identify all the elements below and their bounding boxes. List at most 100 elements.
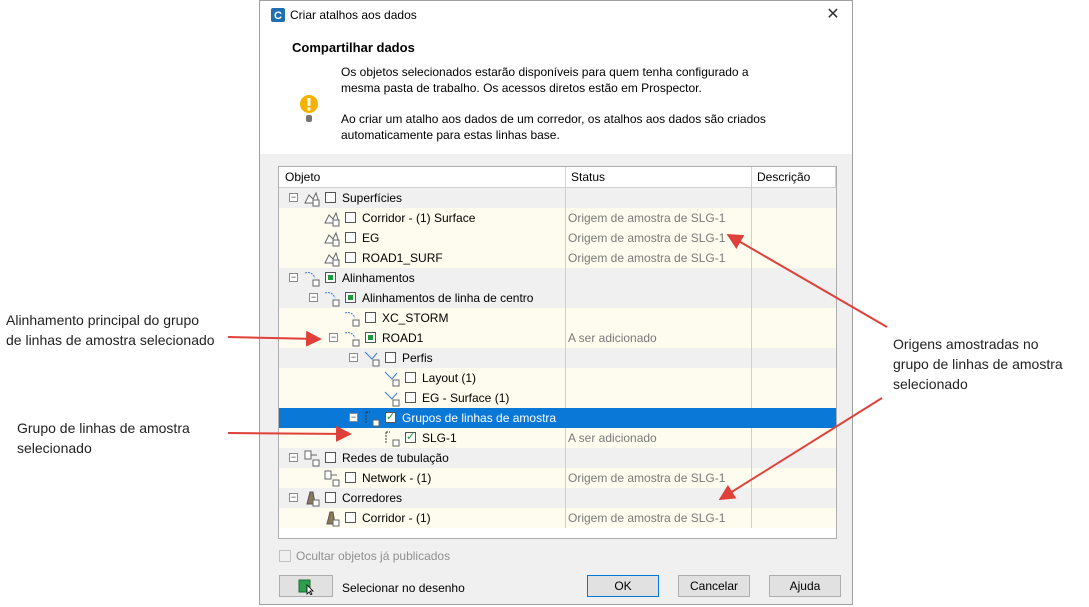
checkbox-corridor[interactable] <box>345 512 356 523</box>
cell-divider <box>565 428 566 448</box>
checkbox-xc-storm[interactable] <box>365 312 376 323</box>
dialog-heading: Compartilhar dados <box>292 40 415 55</box>
alignment-icon <box>344 312 360 327</box>
column-header-status[interactable]: Status <box>571 170 605 184</box>
help-button[interactable]: Ajuda <box>769 575 841 597</box>
column-header-description[interactable]: Descrição <box>757 170 810 184</box>
cell-divider <box>565 288 566 308</box>
surface-icon <box>324 231 340 247</box>
row-label: Network - (1) <box>362 471 432 485</box>
ok-button[interactable]: OK <box>587 575 659 597</box>
checkbox-sample-line-groups[interactable] <box>385 410 396 423</box>
tree-row-slg-1[interactable]: SLG-1 A ser adicionado <box>279 428 836 448</box>
tree-row-corridor[interactable]: Corridor - (1) Origem de amostra de SLG-… <box>279 508 836 528</box>
checkbox-profiles[interactable] <box>385 352 396 363</box>
tree-row-road1[interactable]: − ROAD1 A ser adicionado <box>279 328 836 348</box>
collapse-toggle[interactable]: − <box>329 333 338 342</box>
tree-row-profiles[interactable]: − Perfis <box>279 348 836 368</box>
row-status: Origem de amostra de SLG-1 <box>568 511 726 525</box>
tree-row-corridors[interactable]: − Corredores <box>279 488 836 508</box>
checkbox-network[interactable] <box>345 472 356 483</box>
close-button[interactable]: ✕ <box>822 4 844 26</box>
cell-divider <box>565 308 566 328</box>
surface-icon <box>304 191 320 207</box>
tree-row-network[interactable]: Network - (1) Origem de amostra de SLG-1 <box>279 468 836 488</box>
tree-row-pipe-networks[interactable]: − Redes de tubulação <box>279 448 836 468</box>
cell-divider <box>751 288 752 308</box>
pipe-network-icon <box>304 450 320 467</box>
checkbox-road1-surf[interactable] <box>345 252 356 263</box>
checkbox-surfaces[interactable] <box>325 192 336 203</box>
row-label: Corredores <box>342 491 403 505</box>
info-message-2-line-1: Ao criar um atalho aos dados de um corre… <box>341 112 766 126</box>
collapse-toggle[interactable]: − <box>349 353 358 362</box>
row-label: Grupos de linhas de amostra <box>402 411 557 425</box>
row-label: Alinhamentos de linha de centro <box>362 291 534 305</box>
tree-row-sample-line-groups[interactable]: − Grupos de linhas de amostra <box>279 408 836 428</box>
row-status: A ser adicionado <box>568 431 657 445</box>
sample-line-group-icon <box>385 431 400 447</box>
row-status: Origem de amostra de SLG-1 <box>568 231 726 245</box>
tree-row-eg[interactable]: EG Origem de amostra de SLG-1 <box>279 228 836 248</box>
svg-text:C: C <box>274 10 282 22</box>
row-label: Alinhamentos <box>342 271 415 285</box>
cell-divider <box>751 188 752 208</box>
window-title: Criar atalhos aos dados <box>290 8 417 22</box>
cell-divider <box>751 348 752 368</box>
tree-row-layout[interactable]: Layout (1) <box>279 368 836 388</box>
tree-row-alignments[interactable]: − Alinhamentos <box>279 268 836 288</box>
collapse-toggle[interactable]: − <box>289 193 298 202</box>
collapse-toggle[interactable]: − <box>289 273 298 282</box>
cancel-button[interactable]: Cancelar <box>678 575 750 597</box>
checkbox-layout[interactable] <box>405 372 416 383</box>
pipe-network-icon <box>324 470 340 487</box>
cell-divider <box>565 508 566 528</box>
tree-row-eg-surface[interactable]: EG - Surface (1) <box>279 388 836 408</box>
tree-row-road1-surf[interactable]: ROAD1_SURF Origem de amostra de SLG-1 <box>279 248 836 268</box>
cell-divider <box>751 228 752 248</box>
hide-published-checkbox[interactable] <box>279 550 291 562</box>
alignment-icon <box>324 292 340 307</box>
checkbox-corridors[interactable] <box>325 492 336 503</box>
checkbox-corridor-surface[interactable] <box>345 212 356 223</box>
column-header-object[interactable]: Objeto <box>285 170 320 184</box>
surface-icon <box>324 211 340 227</box>
collapse-toggle[interactable]: − <box>289 453 298 462</box>
row-label: SLG-1 <box>422 431 457 445</box>
cell-divider <box>751 308 752 328</box>
dialog-header: Compartilhar dados Os objetos selecionad… <box>260 31 852 154</box>
row-label: XC_STORM <box>382 311 449 325</box>
annotation-sampled-origins-line-3: selecionado <box>893 376 968 392</box>
row-label: ROAD1_SURF <box>362 251 443 265</box>
checkbox-alignments[interactable] <box>325 272 336 283</box>
cell-divider <box>751 368 752 388</box>
checkbox-eg[interactable] <box>345 232 356 243</box>
checkbox-road1[interactable] <box>365 332 376 343</box>
collapse-toggle[interactable]: − <box>289 493 298 502</box>
collapse-toggle[interactable]: − <box>349 413 358 422</box>
hide-published-label: Ocultar objetos já publicados <box>296 549 451 563</box>
checkbox-pipe-networks[interactable] <box>325 452 336 463</box>
annotation-sampled-origins: Origens amostradas no grupo de linhas de… <box>893 334 1063 394</box>
checkbox-slg-1[interactable] <box>405 430 416 443</box>
cell-divider <box>565 228 566 248</box>
annotation-selected-group-line-1: Grupo de linhas de amostra <box>17 420 190 436</box>
collapse-toggle[interactable]: − <box>309 293 318 302</box>
info-message-1-line-1: Os objetos selecionados estarão disponív… <box>341 65 749 79</box>
select-in-drawing-button[interactable] <box>279 575 333 597</box>
tree-row-centerline-alignments[interactable]: − Alinhamentos de linha de centro <box>279 288 836 308</box>
title-bar: C Criar atalhos aos dados ✕ <box>260 1 852 31</box>
annotation-sampled-origins-line-1: Origens amostradas no <box>893 336 1039 352</box>
profile-icon <box>364 351 380 367</box>
cell-divider <box>751 448 752 468</box>
tree-row-corridor-surface[interactable]: Corridor - (1) Surface Origem de amostra… <box>279 208 836 228</box>
tree-row-surfaces[interactable]: − Superfícies <box>279 188 836 208</box>
grid-header: Objeto Status Descrição <box>279 167 836 188</box>
checkbox-centerline-alignments[interactable] <box>345 292 356 303</box>
cell-divider <box>751 428 752 448</box>
row-status: Origem de amostra de SLG-1 <box>568 211 726 225</box>
tree-row-xc-storm[interactable]: XC_STORM <box>279 308 836 328</box>
corridor-icon <box>326 511 340 527</box>
column-divider <box>835 167 836 187</box>
checkbox-eg-surface[interactable] <box>405 392 416 403</box>
